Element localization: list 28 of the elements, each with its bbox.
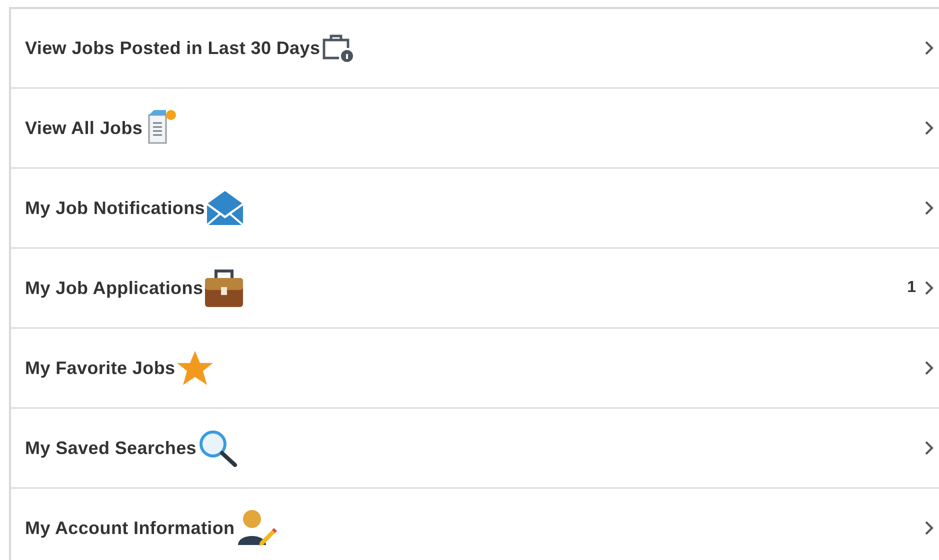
user-edit-icon bbox=[236, 509, 278, 547]
menu-item[interactable]: My Saved Searches bbox=[11, 409, 939, 489]
envelope-icon bbox=[206, 190, 244, 226]
menu-item[interactable]: My Job Applications 1 bbox=[11, 249, 939, 329]
count-label: 1 bbox=[907, 279, 916, 297]
chevron-right-icon bbox=[924, 40, 934, 56]
menu-item-label: My Job Applications bbox=[25, 278, 204, 298]
menu-item[interactable]: View Jobs Posted in Last 30 Days bbox=[11, 9, 939, 89]
menu-item[interactable]: My Favorite Jobs bbox=[11, 329, 939, 409]
menu-item-label: My Favorite Jobs bbox=[25, 358, 176, 378]
chevron-right-icon bbox=[924, 200, 934, 216]
menu-item-label: My Account Information bbox=[25, 518, 235, 538]
chevron-right-icon bbox=[924, 280, 934, 296]
chevron-right-icon bbox=[924, 440, 934, 456]
menu-item[interactable]: My Job Notifications bbox=[11, 169, 939, 249]
search-icon bbox=[198, 429, 238, 467]
menu-item[interactable]: View All Jobs bbox=[11, 89, 939, 169]
menu-item-label: View Jobs Posted in Last 30 Days bbox=[25, 38, 320, 58]
chevron-right-icon bbox=[924, 360, 934, 376]
chevron-right-icon bbox=[924, 120, 934, 136]
menu-item[interactable]: My Account Information bbox=[11, 489, 939, 560]
chevron-right-icon bbox=[924, 520, 934, 536]
menu-item-label: My Saved Searches bbox=[25, 438, 196, 458]
menu-item-label: My Job Notifications bbox=[25, 198, 206, 218]
star-icon bbox=[176, 350, 214, 386]
briefcase-icon bbox=[204, 268, 244, 308]
briefcase-icon bbox=[321, 33, 356, 63]
menu-item-label: View All Jobs bbox=[25, 118, 143, 138]
